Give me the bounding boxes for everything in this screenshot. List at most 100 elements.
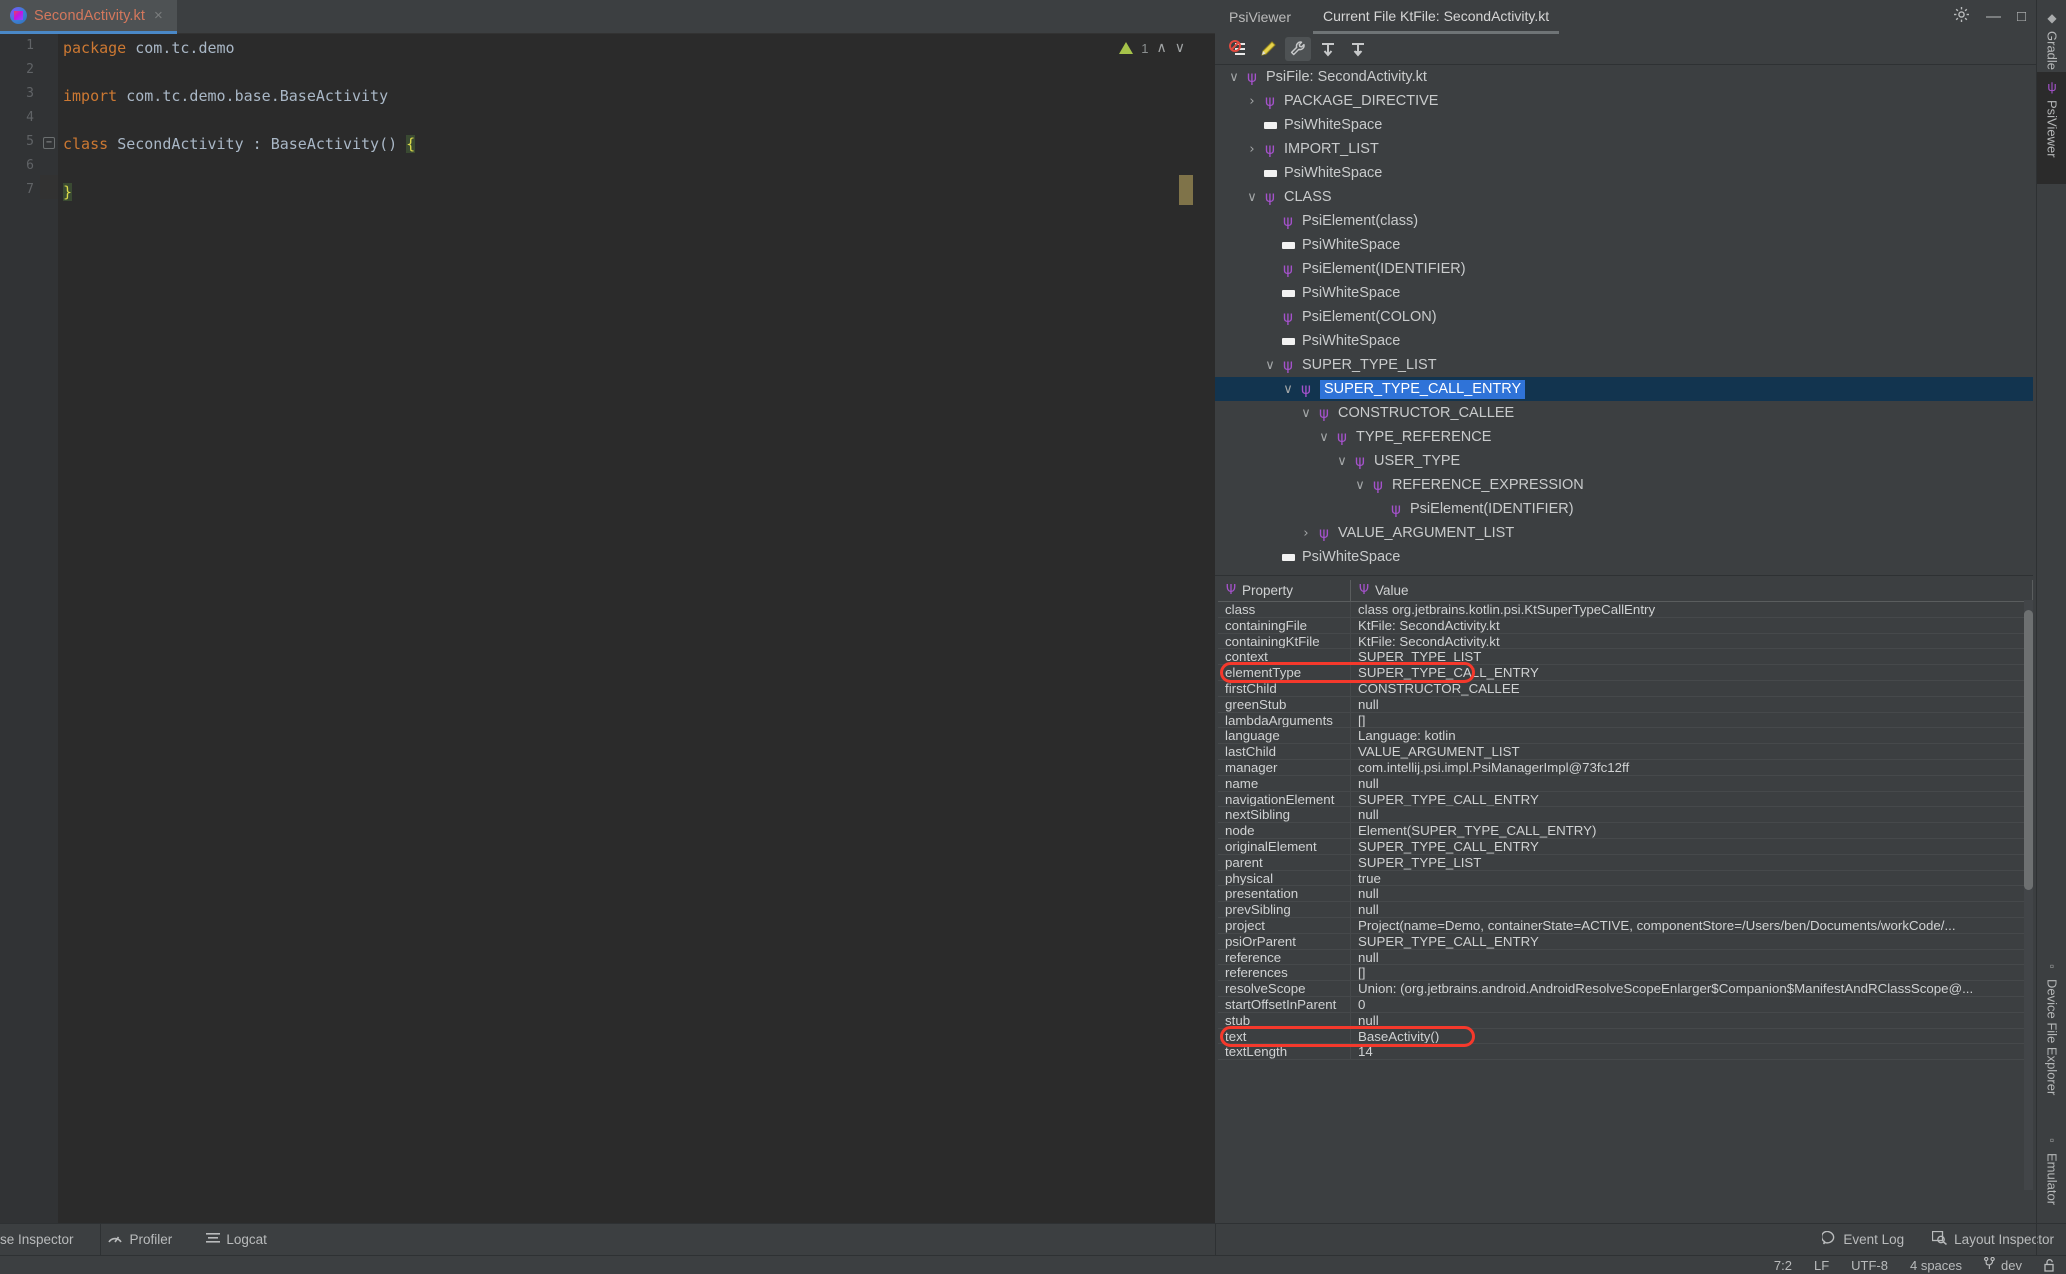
psi-properties-table[interactable]: Ψ Property Ψ Value class class org.jetbra… [1218, 580, 2033, 1197]
chevron-down-icon[interactable]: ∨ [1297, 406, 1315, 421]
next-problem-button[interactable]: ∨ [1175, 40, 1185, 56]
tool-button-logcat[interactable]: Logcat [206, 1232, 267, 1247]
psi-tree-node[interactable]: PsiWhiteSpace [1215, 113, 2033, 137]
properties-scrollbar-thumb[interactable] [2024, 610, 2033, 890]
psi-tree-node[interactable]: ψ PsiElement(IDENTIFIER) [1215, 257, 2033, 281]
psi-tree-node[interactable]: ∨ ψ REFERENCE_EXPRESSION [1215, 473, 2033, 497]
chevron-down-icon[interactable]: ∨ [1315, 430, 1333, 445]
editor-tab-second-activity[interactable]: SecondActivity.kt × [0, 0, 177, 34]
minimize-button[interactable]: — [1986, 8, 2001, 25]
psi-tree-node[interactable]: › ψ VALUE_ARGUMENT_LIST [1215, 521, 2033, 545]
property-row[interactable]: firstChild CONSTRUCTOR_CALLEE [1218, 680, 2033, 697]
line-separator[interactable]: LF [1814, 1258, 1829, 1273]
tool-button-profiler[interactable]: Profiler [107, 1231, 172, 1248]
property-row[interactable]: parent SUPER_TYPE_LIST [1218, 854, 2033, 871]
tool-window-tab-emulator[interactable]: ▫ Emulator [2037, 1126, 2066, 1231]
gear-icon[interactable] [1953, 6, 1970, 27]
property-row[interactable]: stub null [1218, 1012, 2033, 1029]
property-row[interactable]: prevSibling null [1218, 902, 2033, 918]
property-row[interactable]: language Language: kotlin [1218, 728, 2033, 745]
vcs-branch[interactable]: dev [1984, 1256, 2022, 1273]
property-row[interactable]: lastChild VALUE_ARGUMENT_LIST [1218, 744, 2033, 760]
psi-tree-node[interactable]: ψ PsiElement(IDENTIFIER) [1215, 497, 2033, 521]
property-row[interactable]: reference null [1218, 949, 2033, 966]
property-row[interactable]: context SUPER_TYPE_LIST [1218, 649, 2033, 666]
scroll-from-source-icon[interactable] [1315, 37, 1341, 61]
no-highlight-icon[interactable] [1225, 37, 1251, 61]
psi-tree-node[interactable]: ∨ ψ USER_TYPE [1215, 449, 2033, 473]
property-row[interactable]: nextSibling null [1218, 807, 2033, 824]
code-editor-area[interactable]: package com.tc.demo import com.tc.demo.ba… [58, 34, 1215, 1223]
chevron-right-icon[interactable]: › [1243, 142, 1261, 157]
psi-tree-node[interactable]: ∨ ψ PsiFile: SecondActivity.kt [1215, 65, 2033, 89]
inspection-marker-strip[interactable] [1179, 34, 1193, 1223]
highlight-brush-icon[interactable] [1255, 37, 1281, 61]
psi-tree-node[interactable]: PsiWhiteSpace [1215, 329, 2033, 353]
property-row[interactable]: project Project(name=Demo, containerState… [1218, 917, 2033, 934]
file-encoding[interactable]: UTF-8 [1851, 1258, 1888, 1273]
property-row[interactable]: greenStub null [1218, 696, 2033, 713]
property-row[interactable]: resolveScope Union: (org.jetbrains.androi… [1218, 981, 2033, 997]
psi-tree-node[interactable]: PsiWhiteSpace [1215, 545, 2033, 569]
maximize-button[interactable]: □ [2017, 8, 2026, 25]
property-row[interactable]: startOffsetInParent 0 [1218, 996, 2033, 1013]
inspection-marker[interactable] [1179, 175, 1193, 205]
indent-setting[interactable]: 4 spaces [1910, 1258, 1962, 1273]
property-row[interactable]: text BaseActivity() [1218, 1028, 2033, 1045]
property-row[interactable]: lambdaArguments [] [1218, 712, 2033, 729]
chevron-down-icon[interactable]: ∨ [1261, 358, 1279, 373]
property-row[interactable]: references [] [1218, 965, 2033, 982]
psi-current-file-tab[interactable]: Current File KtFile: SecondActivity.kt [1313, 0, 1560, 34]
psi-tree-node[interactable]: PsiWhiteSpace [1215, 161, 2033, 185]
property-row[interactable]: containingFile KtFile: SecondActivity.kt [1218, 617, 2033, 634]
unlocked-icon[interactable] [2044, 1258, 2056, 1272]
property-row[interactable]: elementType SUPER_TYPE_CALL_ENTRY [1218, 665, 2033, 681]
chevron-down-icon[interactable]: ∨ [1243, 190, 1261, 205]
chevron-right-icon[interactable]: › [1243, 94, 1261, 109]
prev-problem-button[interactable]: ∧ [1157, 40, 1167, 56]
psi-tree-node[interactable]: ∨ ψ CONSTRUCTOR_CALLEE [1215, 401, 2033, 425]
property-row[interactable]: presentation null [1218, 886, 2033, 903]
chevron-down-icon[interactable]: ∨ [1279, 382, 1297, 397]
property-row[interactable]: navigationElement SUPER_TYPE_CALL_ENTRY [1218, 791, 2033, 808]
close-icon[interactable]: × [154, 7, 163, 24]
psi-tree-node[interactable]: ∨ ψ CLASS [1215, 185, 2033, 209]
property-row[interactable]: class class org.jetbrains.kotlin.psi.KtSu… [1218, 602, 2033, 618]
caret-position[interactable]: 7:2 [1774, 1258, 1792, 1273]
property-value: null [1358, 775, 1379, 791]
property-row[interactable]: psiOrParent SUPER_TYPE_CALL_ENTRY [1218, 933, 2033, 950]
property-row[interactable]: originalElement SUPER_TYPE_CALL_ENTRY [1218, 838, 2033, 855]
property-row[interactable]: containingKtFile KtFile: SecondActivity.k… [1218, 633, 2033, 650]
column-header-property[interactable]: Ψ Property [1218, 580, 1351, 601]
psi-tree-node[interactable]: PsiWhiteSpace [1215, 233, 2033, 257]
psi-splitter[interactable] [1215, 571, 2033, 580]
chevron-down-icon[interactable]: ∨ [1225, 70, 1243, 85]
tool-window-tab-psiviewer[interactable]: ψ PsiViewer [2037, 72, 2066, 184]
psi-tree-node[interactable]: ψ PsiElement(COLON) [1215, 305, 2033, 329]
column-header-value[interactable]: Ψ Value [1351, 580, 2033, 601]
tool-button-event-log[interactable]: Event Log [1821, 1230, 1904, 1248]
scroll-to-source-icon[interactable] [1345, 37, 1371, 61]
property-row[interactable]: node Element(SUPER_TYPE_CALL_ENTRY) [1218, 823, 2033, 839]
psi-tree[interactable]: ∨ ψ PsiFile: SecondActivity.kt › ψ PACKAGE_DI… [1215, 65, 2033, 571]
property-row[interactable]: textLength 14 [1218, 1044, 2033, 1061]
fold-toggle-icon[interactable]: − [43, 137, 55, 149]
psi-tree-node[interactable]: ∨ ψ TYPE_REFERENCE [1215, 425, 2033, 449]
tool-window-tab-device-file-explorer[interactable]: ▫ Device File Explorer [2037, 952, 2066, 1127]
settings-wrench-icon[interactable] [1285, 37, 1311, 61]
tool-window-tab-gradle[interactable]: ◆ Gradle [2037, 4, 2066, 76]
psi-tree-node[interactable]: ∨ ψ SUPER_TYPE_CALL_ENTRY [1215, 377, 2033, 401]
chevron-down-icon[interactable]: ∨ [1351, 478, 1369, 493]
property-row[interactable]: name null [1218, 775, 2033, 792]
chevron-down-icon[interactable]: ∨ [1333, 454, 1351, 469]
property-key: psiOrParent [1218, 933, 1351, 949]
property-row[interactable]: manager com.intellij.psi.impl.PsiManagerI… [1218, 759, 2033, 776]
property-row[interactable]: physical true [1218, 870, 2033, 887]
psi-tree-node[interactable]: › ψ PACKAGE_DIRECTIVE [1215, 89, 2033, 113]
psi-tree-node[interactable]: › ψ IMPORT_LIST [1215, 137, 2033, 161]
psi-tree-node[interactable]: ψ PsiElement(class) [1215, 209, 2033, 233]
psi-tree-node[interactable]: PsiWhiteSpace [1215, 281, 2033, 305]
chevron-right-icon[interactable]: › [1297, 526, 1315, 541]
psi-tree-node[interactable]: ∨ ψ SUPER_TYPE_LIST [1215, 353, 2033, 377]
tool-button-database-inspector[interactable]: se Inspector [0, 1232, 74, 1247]
